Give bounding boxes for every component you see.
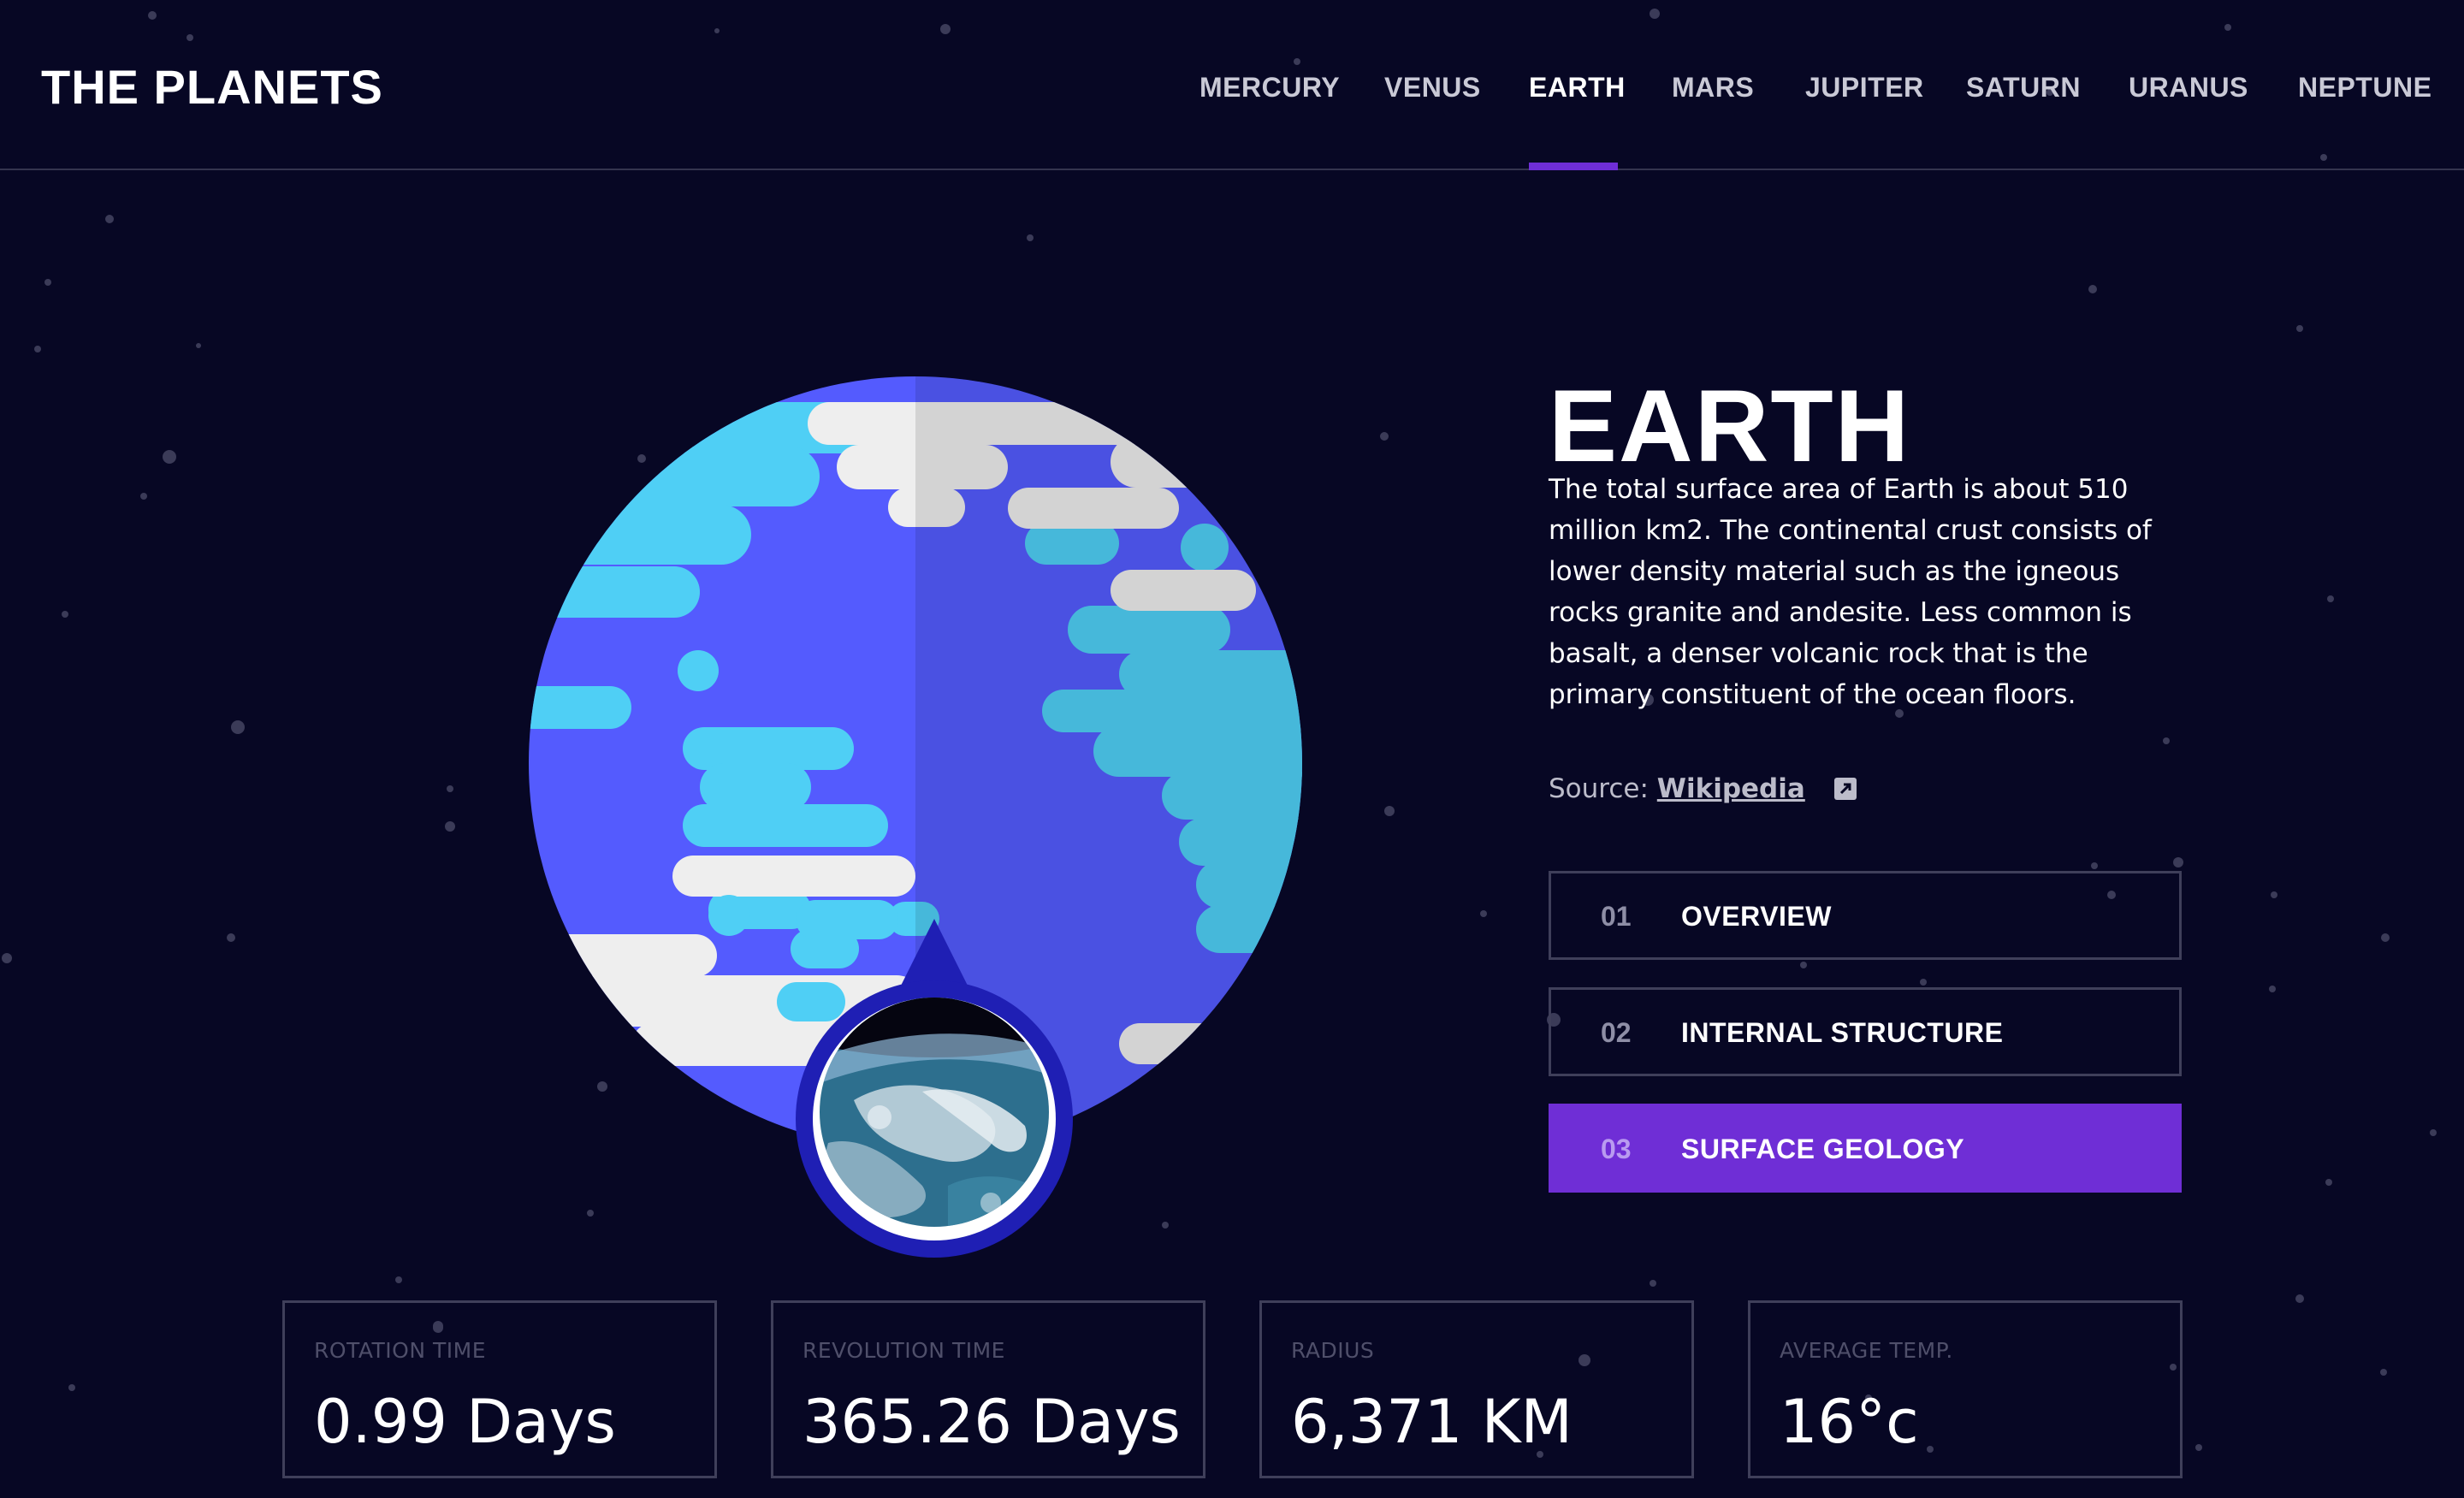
stat-value: 365.26 Days <box>803 1387 1181 1457</box>
stat-label: REVOLUTION TIME <box>803 1338 1005 1363</box>
tab-overview[interactable]: 01 OVERVIEW <box>1549 871 2182 960</box>
tab-internal-structure[interactable]: 02 INTERNAL STRUCTURE <box>1549 987 2182 1076</box>
external-link-icon[interactable] <box>1833 771 1857 800</box>
stat-value: 6,371 KM <box>1291 1387 1573 1457</box>
earth-surface-photo <box>820 998 1049 1227</box>
source-link-wikipedia[interactable]: Wikipedia <box>1657 773 1805 804</box>
nav-item-mars[interactable]: MARS <box>1672 67 1754 108</box>
planet-title: EARTH <box>1549 369 1911 483</box>
source-label: Source: <box>1549 773 1649 804</box>
tab-surface-geology[interactable]: 03 SURFACE GEOLOGY <box>1549 1104 2182 1193</box>
nav-item-venus[interactable]: VENUS <box>1384 67 1481 108</box>
stat-label: ROTATION TIME <box>314 1338 487 1363</box>
page: THE PLANETS MERCURY VENUS EARTH MARS JUP… <box>0 0 2464 1498</box>
nav-item-earth[interactable]: EARTH <box>1529 67 1626 108</box>
stat-rotation-time: ROTATION TIME 0.99 Days <box>282 1300 717 1478</box>
tab-number: 02 <box>1601 1017 1632 1048</box>
nav-item-jupiter[interactable]: JUPITER <box>1805 67 1924 108</box>
stat-label: AVERAGE TEMP. <box>1780 1338 1953 1363</box>
nav-item-saturn[interactable]: SATURN <box>1966 67 2081 108</box>
stat-value: 16°c <box>1780 1387 1919 1457</box>
tab-number: 01 <box>1601 901 1632 932</box>
active-nav-indicator <box>1529 163 1618 170</box>
stat-label: RADIUS <box>1291 1338 1375 1363</box>
source-line: Source: Wikipedia <box>1549 768 1857 809</box>
nav-item-uranus[interactable]: URANUS <box>2129 67 2248 108</box>
planet-description: The total surface area of Earth is about… <box>1549 474 2152 710</box>
stat-revolution-time: REVOLUTION TIME 365.26 Days <box>771 1300 1205 1478</box>
tab-number: 03 <box>1601 1134 1632 1164</box>
tab-label: OVERVIEW <box>1681 901 1832 932</box>
nav-item-mercury[interactable]: MERCURY <box>1199 67 1340 108</box>
planet-nav-links: MERCURY VENUS EARTH MARS JUPITER SATURN … <box>0 0 2464 170</box>
stat-radius: RADIUS 6,371 KM <box>1259 1300 1694 1478</box>
nav-item-neptune[interactable]: NEPTUNE <box>2298 67 2431 108</box>
tab-label: SURFACE GEOLOGY <box>1681 1134 1965 1164</box>
stat-average-temp: AVERAGE TEMP. 16°c <box>1748 1300 2183 1478</box>
tab-label: INTERNAL STRUCTURE <box>1681 1017 2004 1048</box>
stat-value: 0.99 Days <box>314 1387 616 1457</box>
